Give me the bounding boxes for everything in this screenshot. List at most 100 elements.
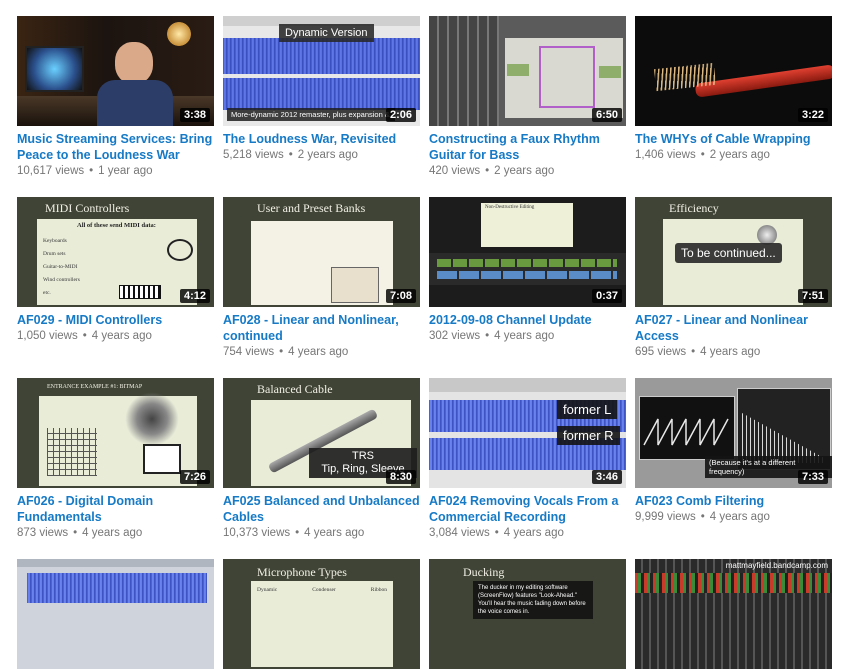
sawtooth-wave <box>643 418 729 446</box>
slide-subtitle: All of these send MIDI data: <box>77 222 156 229</box>
video-duration: 8:30 <box>385 470 416 484</box>
view-count: 10,373 views <box>223 527 291 539</box>
video-thumbnail[interactable]: 3:38 <box>17 16 214 126</box>
video-title[interactable]: AF024 Removing Vocals From a Commercial … <box>429 493 626 525</box>
video-title[interactable]: AF026 - Digital Domain Fundamentals <box>17 493 214 525</box>
video-title[interactable]: Music Streaming Services: Bring Peace to… <box>17 131 214 163</box>
monitor-screen <box>25 46 84 92</box>
slide-title: Non-Destructive Editing <box>485 205 535 210</box>
video-card[interactable]: Non-Destructive Editing 0:37 2012-09-08 … <box>429 197 626 344</box>
upload-age: 4 years ago <box>494 330 555 342</box>
video-title[interactable]: AF027 - Linear and Nonlinear Access <box>635 312 832 344</box>
video-card[interactable]: mattmayfield.bandcamp.com <box>635 559 832 669</box>
waveform <box>27 573 207 603</box>
video-thumbnail[interactable]: Dynamic Version More-dynamic 2012 remast… <box>223 16 420 126</box>
waveform-top <box>223 38 420 74</box>
video-card[interactable]: Balanced Cable TRS Tip, Ring, Sleeve 8:3… <box>223 378 420 541</box>
video-meta: 873 views • 4 years ago <box>17 527 143 539</box>
video-title[interactable]: Constructing a Faux Rhythm Guitar for Ba… <box>429 131 626 163</box>
video-thumbnail[interactable]: former L former R 3:46 <box>429 378 626 488</box>
video-thumbnail[interactable]: ENTRANCE EXAMPLE #1: BITMAP 7:26 <box>17 378 214 488</box>
video-card[interactable]: Dynamic Version More-dynamic 2012 remast… <box>223 16 420 163</box>
slide-item: Guitar-to-MIDI <box>43 264 78 270</box>
video-duration: 7:51 <box>797 289 828 303</box>
caption-right-channel: former R <box>557 426 620 445</box>
caption-left-channel: former L <box>557 400 618 419</box>
video-thumbnail[interactable]: Efficiency To be continued... 7:51 <box>635 197 832 307</box>
video-title[interactable]: The WHYs of Cable Wrapping <box>635 131 832 147</box>
video-thumbnail[interactable]: Microphone Types Dynamic Condenser Ribbo… <box>223 559 420 669</box>
video-thumbnail[interactable] <box>17 559 214 669</box>
video-thumbnail[interactable]: mattmayfield.bandcamp.com <box>635 559 832 669</box>
video-meta: 754 views • 4 years ago <box>223 346 349 358</box>
video-card[interactable]: 6:50 Constructing a Faux Rhythm Guitar f… <box>429 16 626 179</box>
video-thumbnail[interactable]: (Because it's at a different frequency) … <box>635 378 832 488</box>
video-card[interactable]: Microphone Types Dynamic Condenser Ribbo… <box>223 559 420 669</box>
video-thumbnail[interactable]: Balanced Cable TRS Tip, Ring, Sleeve 8:3… <box>223 378 420 488</box>
caption-top: Dynamic Version <box>279 24 374 42</box>
view-count: 5,218 views <box>223 149 284 161</box>
video-thumbnail[interactable]: 6:50 <box>429 16 626 126</box>
timeline-track-video <box>437 259 617 267</box>
view-count: 754 views <box>223 346 275 358</box>
watermark-url: mattmayfield.bandcamp.com <box>725 561 828 570</box>
oscilloscope-panel <box>639 396 735 460</box>
daw-toolbar <box>429 378 626 392</box>
video-card[interactable]: Efficiency To be continued... 7:51 AF027… <box>635 197 832 360</box>
diagram-block-right <box>599 66 621 78</box>
upload-age: 4 years ago <box>288 346 349 358</box>
video-card[interactable]: 3:22 The WHYs of Cable Wrapping 1,406 vi… <box>635 16 832 163</box>
slide-title: User and Preset Banks <box>257 201 366 215</box>
video-card[interactable]: User and Preset Banks 7:08 AF028 - Linea… <box>223 197 420 360</box>
view-count: 1,406 views <box>635 149 696 161</box>
slide-item: Keyboards <box>43 238 67 244</box>
slide-column: Ribbon <box>370 587 387 593</box>
video-card[interactable]: MIDI Controllers All of these send MIDI … <box>17 197 214 344</box>
diagram-block-left <box>507 64 529 76</box>
video-card[interactable]: ENTRANCE EXAMPLE #1: BITMAP 7:26 AF026 -… <box>17 378 214 541</box>
diagram-box <box>539 46 595 108</box>
slide-item: Drum sets <box>43 251 66 257</box>
slide-title: ENTRANCE EXAMPLE #1: BITMAP <box>47 384 143 390</box>
drum-icon <box>167 239 193 261</box>
video-title[interactable]: The Loudness War, Revisited <box>223 131 420 147</box>
synth-image <box>331 267 379 303</box>
video-thumbnail[interactable]: User and Preset Banks 7:08 <box>223 197 420 307</box>
video-title[interactable]: AF028 - Linear and Nonlinear, continued <box>223 312 420 344</box>
video-title[interactable]: AF029 - MIDI Controllers <box>17 312 214 328</box>
slide-columns: Dynamic Condenser Ribbon <box>257 587 387 593</box>
video-duration: 3:22 <box>797 108 828 122</box>
view-count: 302 views <box>429 330 481 342</box>
video-thumbnail[interactable]: MIDI Controllers All of these send MIDI … <box>17 197 214 307</box>
upload-age: 1 year ago <box>98 165 153 177</box>
video-duration: 3:46 <box>591 470 622 484</box>
video-meta: 9,999 views • 4 years ago <box>635 511 770 523</box>
caption-bottom: More-dynamic 2012 remaster, plus expansi… <box>227 108 395 121</box>
video-thumbnail[interactable]: Ducking The ducker in my editing softwar… <box>429 559 626 669</box>
video-thumbnail[interactable]: Non-Destructive Editing 0:37 <box>429 197 626 307</box>
video-card[interactable]: Ducking The ducker in my editing softwar… <box>429 559 626 669</box>
video-duration: 7:33 <box>797 470 828 484</box>
slide-title: Balanced Cable <box>257 382 333 396</box>
slide-title: Efficiency <box>669 201 719 215</box>
video-title[interactable]: AF025 Balanced and Unbalanced Cables <box>223 493 420 525</box>
video-card[interactable] <box>17 559 214 669</box>
video-meta: 10,373 views • 4 years ago <box>223 527 365 539</box>
video-card[interactable]: 3:38 Music Streaming Services: Bring Pea… <box>17 16 214 179</box>
video-thumbnail[interactable]: 3:22 <box>635 16 832 126</box>
video-meta: 695 views • 4 years ago <box>635 346 761 358</box>
video-duration: 6:50 <box>591 108 622 122</box>
waveform-bottom <box>223 78 420 110</box>
upload-age: 2 years ago <box>297 149 358 161</box>
video-title[interactable]: AF023 Comb Filtering <box>635 493 832 509</box>
slide-column: Condenser <box>312 587 336 593</box>
view-count: 9,999 views <box>635 511 696 523</box>
video-card[interactable]: (Because it's at a different frequency) … <box>635 378 832 525</box>
upload-age: 4 years ago <box>82 527 143 539</box>
upload-age: 4 years ago <box>304 527 365 539</box>
video-title[interactable]: 2012-09-08 Channel Update <box>429 312 626 328</box>
upload-age: 2 years ago <box>709 149 770 161</box>
keyboard-icon <box>119 285 161 299</box>
video-card[interactable]: former L former R 3:46 AF024 Removing Vo… <box>429 378 626 541</box>
daw-toolbar <box>17 559 214 567</box>
